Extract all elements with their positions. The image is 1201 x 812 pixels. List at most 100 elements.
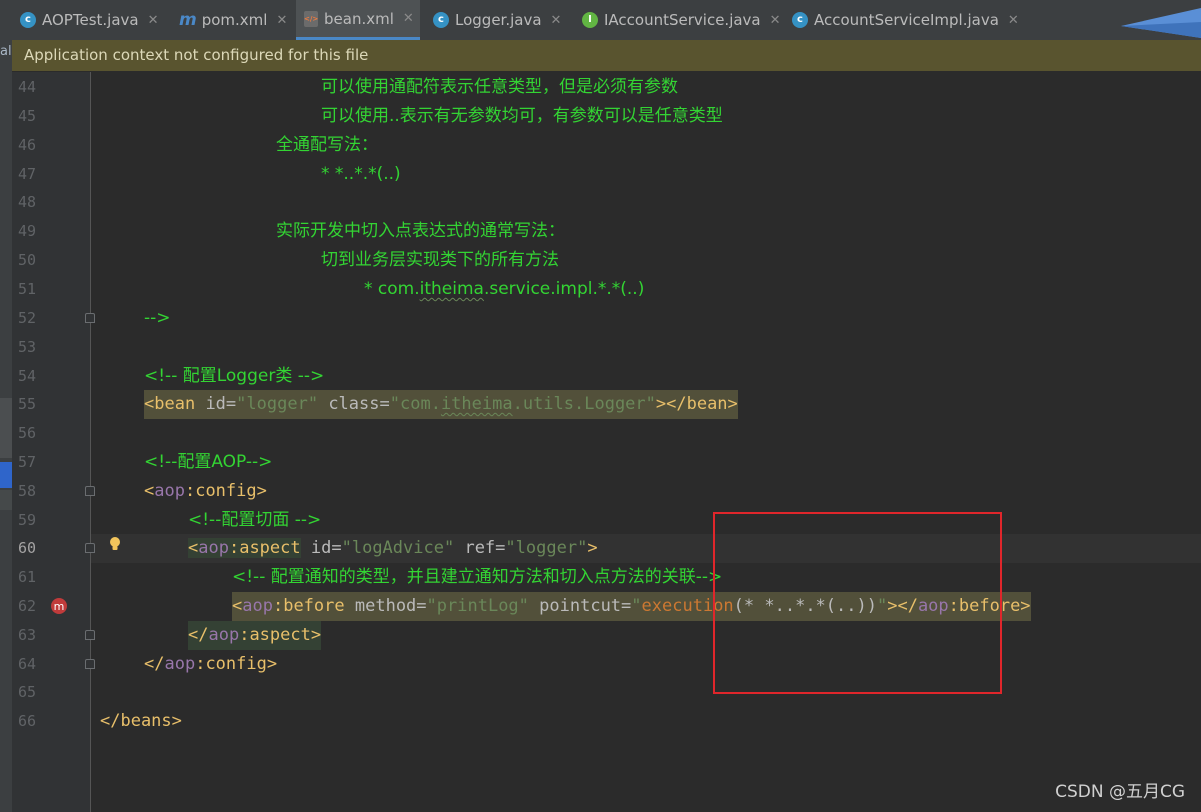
maven-icon: m bbox=[179, 10, 197, 30]
fold-marker[interactable] bbox=[85, 313, 95, 323]
attribute-name: id bbox=[205, 394, 226, 414]
code-line: 62 <aop:before method="printLog" pointcu… bbox=[12, 592, 1201, 621]
equals-sign: = bbox=[621, 596, 632, 616]
beans-close-tag: </beans> bbox=[100, 711, 182, 731]
line-number: 56 bbox=[17, 424, 36, 442]
comment-text: <!--配置切面 --> bbox=[188, 510, 322, 530]
equals-sign: = bbox=[331, 538, 342, 558]
advice-marker-icon[interactable]: m bbox=[50, 597, 68, 615]
fold-marker[interactable] bbox=[85, 543, 95, 553]
tab-label: Logger.java bbox=[455, 11, 542, 29]
code-line: 54 <!-- 配置Logger类 --> bbox=[12, 362, 1201, 391]
close-icon[interactable]: ✕ bbox=[403, 11, 414, 26]
line-number: 61 bbox=[17, 568, 36, 586]
line-number: 44 bbox=[17, 78, 36, 96]
equals-sign: = bbox=[225, 394, 237, 414]
line-number: 47 bbox=[17, 165, 36, 183]
close-icon[interactable]: ✕ bbox=[276, 13, 287, 28]
comment-text: <!-- 配置通知的类型，并且建立通知方法和切入点方法的关联--> bbox=[232, 567, 723, 587]
tab-label: AccountServiceImpl.java bbox=[814, 11, 999, 29]
tab-pom-xml[interactable]: m pom.xml ✕ bbox=[179, 0, 287, 40]
tab-label: IAccountService.java bbox=[604, 11, 761, 29]
code-editor[interactable]: 44 可以使用通配符表示任意类型，但是必须有参数 45 可以使用..表示有无参数… bbox=[12, 72, 1201, 812]
comment-text: 实际开发中切入点表达式的通常写法： bbox=[276, 221, 565, 241]
class-icon: c bbox=[792, 12, 808, 28]
comment-text: * *..*.*(..) bbox=[321, 164, 401, 184]
spelling-warning: itheima bbox=[419, 279, 484, 299]
close-icon[interactable]: ✕ bbox=[148, 13, 159, 28]
watermark: CSDN @五月CG bbox=[1055, 782, 1185, 802]
tab-label: AOPTest.java bbox=[42, 11, 139, 29]
comment-text: <!-- 配置Logger类 --> bbox=[144, 366, 325, 386]
code-line: 56 bbox=[12, 419, 1201, 448]
equals-sign: = bbox=[379, 394, 390, 414]
tab-iaccountservice-java[interactable]: I IAccountService.java ✕ bbox=[582, 0, 781, 40]
tag-bracket: > bbox=[256, 481, 267, 501]
line-number: 48 bbox=[17, 193, 36, 211]
code-line: 59 <!--配置切面 --> bbox=[12, 506, 1201, 535]
value-fragment: .utils.Logger" bbox=[512, 394, 656, 414]
code-line: 49 实际开发中切入点表达式的通常写法： bbox=[12, 217, 1201, 246]
aop-aspect-open: <aop:aspect id="logAdvice" ref="logger"> bbox=[188, 534, 598, 563]
code-line: 58 <aop:config> bbox=[12, 477, 1201, 506]
equals-sign: = bbox=[495, 538, 506, 558]
tag-close: ></bean> bbox=[655, 394, 738, 414]
quote: " bbox=[631, 596, 642, 616]
tab-logger-java[interactable]: c Logger.java ✕ bbox=[433, 0, 561, 40]
line-number: 59 bbox=[17, 511, 36, 529]
line-number: 55 bbox=[17, 395, 36, 413]
close-icon[interactable]: ✕ bbox=[1008, 13, 1019, 28]
fold-marker[interactable] bbox=[85, 630, 95, 640]
line-number: 49 bbox=[17, 222, 36, 240]
aop-config-open: <aop:config> bbox=[144, 477, 267, 506]
tab-accountserviceimpl-java[interactable]: c AccountServiceImpl.java ✕ bbox=[792, 0, 1019, 40]
line-number: 50 bbox=[17, 251, 36, 269]
class-icon: c bbox=[433, 12, 449, 28]
comment-text: --> bbox=[144, 308, 171, 328]
namespace-prefix: aop bbox=[242, 596, 273, 616]
matched-tag-start: <aop:aspect bbox=[188, 538, 301, 558]
namespace-prefix: aop bbox=[154, 481, 185, 501]
line-number: 54 bbox=[17, 367, 36, 385]
line-number: 53 bbox=[17, 338, 36, 356]
attribute-value: "printLog" bbox=[426, 596, 529, 616]
side-panel-text: al bbox=[0, 44, 12, 59]
code-line: 57 <!--配置AOP--> bbox=[12, 448, 1201, 477]
close-icon[interactable]: ✕ bbox=[770, 13, 781, 28]
code-line: 48 bbox=[12, 188, 1201, 217]
code-line: 65 bbox=[12, 678, 1201, 707]
comment-text: 可以使用通配符表示任意类型，但是必须有参数 bbox=[321, 77, 678, 97]
close-icon[interactable]: ✕ bbox=[551, 13, 562, 28]
equals-sign: = bbox=[416, 596, 427, 616]
code-line: 55 <bean id="logger" class="com.itheima.… bbox=[12, 390, 1201, 419]
namespace-prefix: aop bbox=[164, 654, 196, 674]
lightbulb-icon[interactable] bbox=[109, 537, 121, 551]
attribute-value: "logger" bbox=[505, 538, 588, 558]
bean-element: <bean id="logger" class="com.itheima.uti… bbox=[144, 390, 738, 419]
code-line: 46 全通配写法： bbox=[12, 131, 1201, 160]
comment-text: <!--配置AOP--> bbox=[144, 452, 273, 472]
tag-name: :aspect> bbox=[239, 625, 322, 645]
code-line: 52 --> bbox=[12, 304, 1201, 333]
tab-bean-xml[interactable]: </> bean.xml ✕ bbox=[296, 0, 420, 40]
fold-marker[interactable] bbox=[85, 486, 95, 496]
side-panel-mark bbox=[0, 398, 12, 458]
editor-tab-bar: c AOPTest.java ✕ m pom.xml ✕ </> bean.xm… bbox=[12, 0, 1201, 41]
interface-icon: I bbox=[582, 12, 598, 28]
line-number: 57 bbox=[17, 453, 36, 471]
code-line: 64 </aop:config> bbox=[12, 650, 1201, 679]
tab-label: pom.xml bbox=[201, 11, 268, 29]
code-line-current: 60 <aop:aspect id="logAdvice" ref="logge… bbox=[12, 534, 1201, 563]
line-number: 52 bbox=[17, 309, 36, 327]
line-number: 63 bbox=[17, 626, 36, 644]
line-number: 58 bbox=[17, 482, 36, 500]
tab-aoptest-java[interactable]: c AOPTest.java ✕ bbox=[20, 0, 159, 40]
tag-bracket: > bbox=[587, 538, 598, 558]
comment-text: 可以使用..表示有无参数均可，有参数可以是任意类型 bbox=[321, 106, 723, 126]
line-number: 64 bbox=[17, 655, 36, 673]
line-number: 65 bbox=[17, 683, 36, 701]
line-number: 46 bbox=[17, 136, 36, 154]
tag-bracket: < bbox=[232, 596, 243, 616]
fold-marker[interactable] bbox=[85, 659, 95, 669]
comment-text: * com.itheima.service.impl.*.*(..) bbox=[364, 275, 644, 304]
